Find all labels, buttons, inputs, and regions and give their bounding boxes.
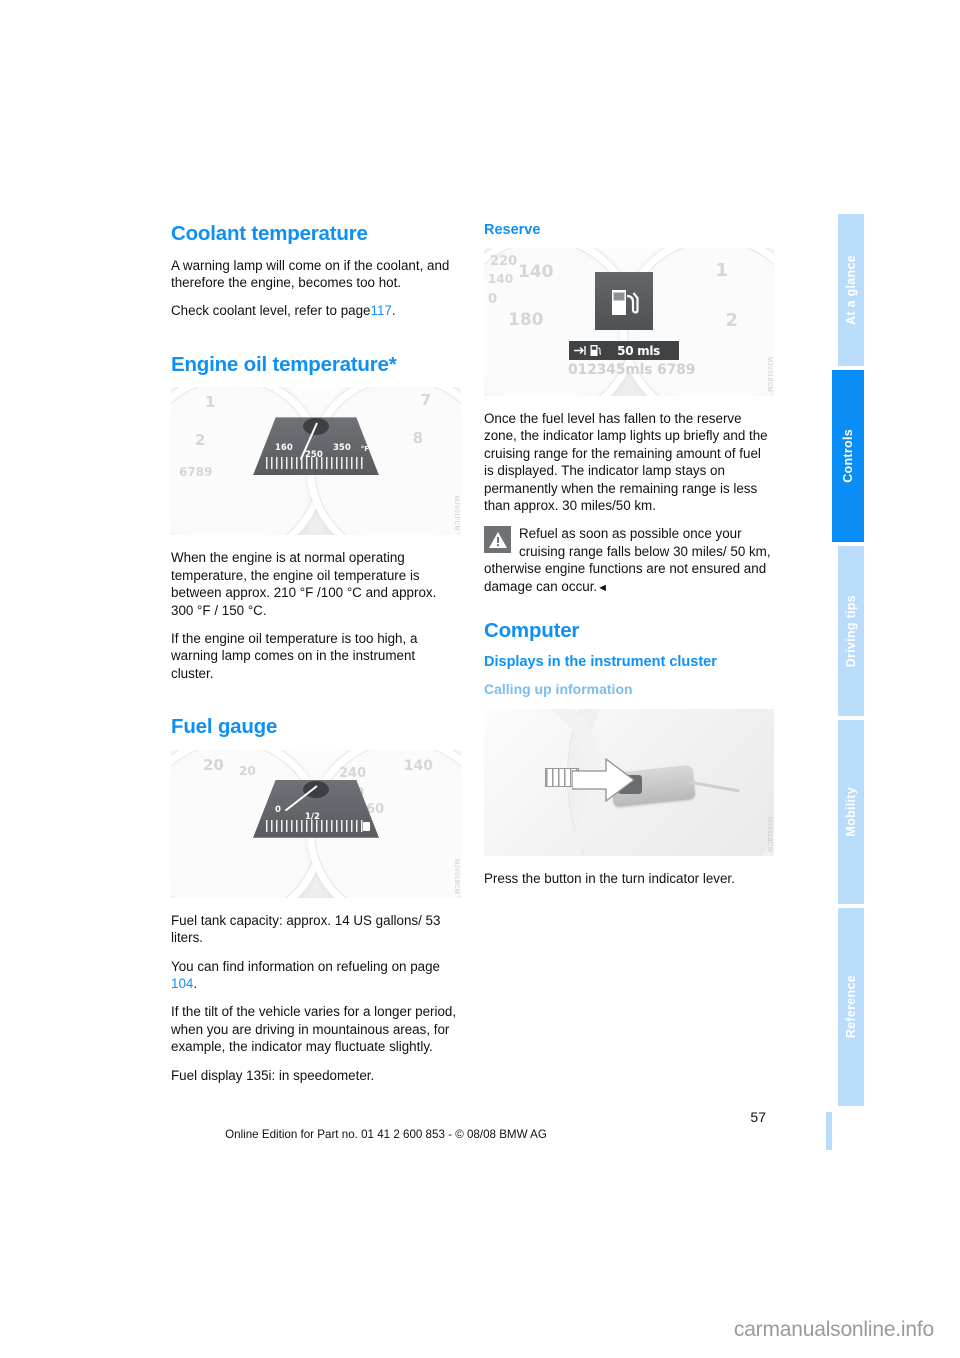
tab-reference-label: Reference	[844, 975, 858, 1039]
right-column: Reserve 220 140 140 0 180 1 2 50 mls 012…	[484, 222, 774, 887]
ghost-number-220: 220	[490, 254, 518, 269]
computer-subheading: Displays in the instrument cluster	[484, 653, 717, 670]
needle-hub	[303, 780, 329, 798]
tab-at-a-glance-label: At a glance	[844, 255, 858, 325]
figure-reference-code: MJV01BCM	[766, 816, 772, 852]
tab-at-a-glance[interactable]: At a glance	[838, 214, 864, 368]
fuel-paragraph-1: Fuel tank capacity: approx. 14 US gallon…	[171, 912, 441, 946]
ghost-number-140: 140	[403, 757, 433, 774]
footer-blue-rule	[826, 1112, 832, 1150]
odometer-reading: 012345mls 6789	[568, 362, 696, 378]
warning-triangle-icon	[484, 526, 511, 554]
fuel-gauge-label-half: 1/2	[305, 811, 320, 822]
fuel-gauge-figure: 20 20 240 300 160 140 0 1/2 MJV01BCM	[171, 749, 461, 898]
engine-oil-temperature-figure: 1 2 7 8 6789 160 250 350 °F MJV01FCM	[171, 387, 461, 536]
oil-paragraph-1: When the engine is at normal operating t…	[171, 550, 437, 618]
fuel-p2-period: .	[193, 975, 198, 991]
coolant-paragraph-2: Check coolant level, refer to page117.	[171, 302, 461, 319]
ghost-odometer: 6789	[179, 465, 213, 480]
ghost-number-2: 2	[195, 431, 206, 450]
fuel-paragraph-4: Fuel display 135i: in speedometer.	[171, 1067, 375, 1083]
cruising-range-display: 50 mls	[569, 341, 679, 360]
page-footer: 57 Online Edition for Part no. 01 41 2 6…	[0, 1108, 832, 1141]
fuel-paragraph-3: If the tilt of the vehicle varies for a …	[171, 1004, 457, 1055]
range-icon-group	[574, 344, 601, 357]
calling-up-information-heading: Calling up information	[484, 681, 633, 698]
reserve-heading: Reserve	[484, 222, 541, 238]
fuel-reserve-indicator-lamp	[595, 272, 653, 330]
oil-paragraph-2: If the engine oil temperature is too hig…	[171, 630, 418, 681]
fuel-p2-text: You can find information on refueling on…	[171, 958, 441, 974]
coolant-paragraph-1: A warning lamp will come on if the coola…	[171, 257, 450, 290]
section-tab-rail: At a glance Controls Driving tips Mobili…	[832, 0, 960, 1358]
ghost-number-180: 180	[508, 310, 544, 330]
tab-controls-label: Controls	[841, 429, 855, 483]
page-reference-117[interactable]: 117	[371, 303, 392, 318]
cruising-range-value: 50 mls	[617, 343, 660, 358]
tab-driving-tips[interactable]: Driving tips	[838, 546, 864, 718]
oil-gauge-label-160: 160	[275, 443, 293, 454]
fuel-pump-icon	[612, 290, 639, 315]
reserve-indicator-figure: 220 140 140 0 180 1 2 50 mls 012345mls 6…	[484, 248, 774, 396]
tab-mobility-label: Mobility	[844, 787, 858, 837]
reserve-warning-note: Refuel as soon as possible once your cru…	[484, 525, 774, 597]
figure-reference-code: MJV01BCM	[766, 356, 772, 392]
fuel-paragraph-2: You can find information on refueling on…	[171, 958, 461, 993]
tab-reference[interactable]: Reference	[838, 908, 864, 1108]
ghost-number-8: 8	[412, 429, 423, 448]
warning-triangle-glyph	[488, 531, 507, 548]
watermark: carmanualsonline.info	[733, 1318, 934, 1341]
figure-reference-code: MJV01BCM	[453, 858, 459, 894]
ghost-number-20a: 20	[203, 755, 224, 774]
coolant-p2-text: Check coolant level, refer to page	[171, 303, 371, 319]
manual-page: At a glance Controls Driving tips Mobili…	[0, 0, 960, 1358]
engine-oil-temperature-heading: Engine oil temperature*	[171, 352, 397, 376]
fuel-pump-icon	[363, 821, 370, 831]
imprint-line: Online Edition for Part no. 01 41 2 600 …	[225, 1128, 547, 1141]
note-end-marker: ◄	[597, 581, 609, 594]
ghost-number-140a: 140	[518, 262, 554, 282]
fuel-gauge-label-0: 0	[275, 804, 281, 815]
ghost-number-0: 0	[488, 292, 498, 307]
left-column: Coolant temperature A warning lamp will …	[171, 222, 461, 1084]
pump-small-icon	[590, 345, 601, 356]
ghost-number-rpm-2: 2	[725, 310, 738, 331]
page-reference-104[interactable]: 104	[171, 976, 193, 991]
arrow-to-pump-icon	[574, 346, 586, 355]
reserve-warning-text: Refuel as soon as possible once your cru…	[484, 526, 771, 594]
ghost-number-7: 7	[420, 391, 431, 410]
reserve-paragraph-1: Once the fuel level has fallen to the re…	[484, 411, 768, 514]
tab-driving-tips-label: Driving tips	[844, 594, 858, 668]
fuel-gauge-heading: Fuel gauge	[171, 715, 278, 739]
ghost-number-20b: 20	[239, 763, 256, 778]
ghost-number-1: 1	[205, 393, 216, 412]
coolant-temperature-heading: Coolant temperature	[171, 222, 368, 245]
page-number: 57	[750, 1109, 766, 1125]
computer-heading: Computer	[484, 619, 580, 643]
ghost-number-rpm-1: 1	[715, 260, 728, 281]
computer-paragraph-1: Press the button in the turn indicator l…	[484, 870, 735, 886]
fuel-level-needle	[284, 784, 318, 812]
callout-arrow-icon	[572, 757, 636, 803]
coolant-p2-period: .	[391, 303, 396, 319]
tab-mobility[interactable]: Mobility	[838, 720, 864, 906]
figure-reference-code: MJV01FCM	[453, 496, 459, 532]
ghost-number-240: 240	[339, 765, 367, 781]
turn-indicator-lever-figure: MJV01BCM	[484, 708, 774, 856]
tab-controls[interactable]: Controls	[832, 368, 864, 544]
oil-gauge-label-250: 250	[305, 450, 323, 461]
oil-gauge-label-350: 350	[333, 443, 351, 454]
ghost-number-140b: 140	[488, 272, 514, 286]
